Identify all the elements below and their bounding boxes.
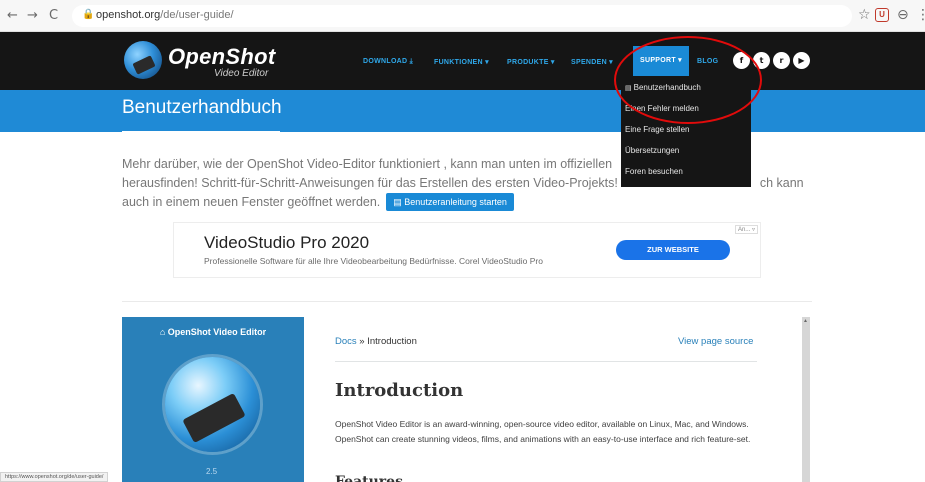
bookmark-star-icon[interactable]: ☆ xyxy=(858,7,871,23)
breadcrumb: Docs » Introduction xyxy=(335,336,417,347)
film-reel-icon xyxy=(132,55,156,75)
scroll-up-icon[interactable]: ▲ xyxy=(803,318,808,324)
youtube-icon[interactable]: ▶ xyxy=(793,52,810,69)
back-icon[interactable]: ← xyxy=(7,8,18,24)
site-header: OpenShot Video Editor DOWNLOAD ⤓ FUNKTIO… xyxy=(0,32,925,90)
breadcrumb-divider xyxy=(335,361,757,362)
docs-heading: Introduction xyxy=(335,380,464,401)
breadcrumb-current: Introduction xyxy=(367,336,417,347)
menu-item-fehler-melden[interactable]: Einen Fehler melden xyxy=(621,99,751,119)
page-title: Benutzerhandbuch xyxy=(122,97,282,118)
title-underline xyxy=(122,131,280,133)
docs-sidebar: ⌂ OpenShot Video Editor 2.5 xyxy=(122,317,304,482)
book-icon: ▤ xyxy=(625,85,632,92)
ad-choices-badge[interactable]: An... ▿ xyxy=(734,225,758,234)
nav-produkte[interactable]: PRODUKTE ▾ xyxy=(507,58,555,66)
address-bar[interactable]: 🔒 openshot.org/de/user-guide/ xyxy=(72,5,852,27)
intro-line-3-text: auch in einem neuen Fenster geöffnet wer… xyxy=(122,195,381,209)
start-guide-label: Benutzeranleitung starten xyxy=(404,197,507,207)
menu-item-frage-stellen[interactable]: Eine Frage stellen xyxy=(621,120,751,140)
intro-line-2-end: ch kann xyxy=(759,176,804,190)
lock-icon: 🔒 xyxy=(82,9,95,20)
logo-subtitle: Video Editor xyxy=(214,68,269,79)
content-divider xyxy=(122,301,812,302)
url-host: openshot.org xyxy=(96,9,161,21)
browser-menu-icon[interactable]: ⋮ xyxy=(916,7,925,23)
url-text[interactable]: openshot.org/de/user-guide/ xyxy=(96,9,234,21)
menu-item-label: Benutzerhandbuch xyxy=(633,83,701,92)
openshot-logo-icon[interactable] xyxy=(124,41,162,79)
advertisement[interactable]: VideoStudio Pro 2020 Professionelle Soft… xyxy=(173,222,761,278)
page-banner: Benutzerhandbuch xyxy=(0,90,925,133)
reload-icon[interactable]: C xyxy=(49,8,58,24)
menu-item-foren-besuchen[interactable]: Foren besuchen xyxy=(621,162,751,182)
ad-subtitle: Professionelle Software für alle Ihre Vi… xyxy=(204,256,543,266)
start-guide-button[interactable]: ▤ Benutzeranleitung starten xyxy=(386,193,514,211)
breadcrumb-separator: » xyxy=(359,336,365,347)
reddit-icon[interactable]: r xyxy=(773,52,790,69)
openshot-large-logo-icon xyxy=(165,357,260,452)
home-icon: ⌂ xyxy=(159,327,166,337)
logo-text[interactable]: OpenShot xyxy=(168,44,276,70)
ad-title[interactable]: VideoStudio Pro 2020 xyxy=(204,233,369,253)
view-page-source-link[interactable]: View page source xyxy=(678,336,753,347)
docs-next-heading: Features xyxy=(335,474,403,482)
browser-toolbar: ← → C 🔒 openshot.org/de/user-guide/ ☆ U … xyxy=(0,0,925,32)
menu-item-benutzerhandbuch[interactable]: ▤ Benutzerhandbuch xyxy=(621,78,751,98)
url-path: /de/user-guide/ xyxy=(160,9,234,21)
nav-spenden[interactable]: SPENDEN ▾ xyxy=(571,58,613,66)
support-dropdown-menu: ▤ Benutzerhandbuch Einen Fehler melden Ei… xyxy=(621,78,751,187)
menu-item-label: Eine Frage stellen xyxy=(625,125,690,134)
intro-line-3: auch in einem neuen Fenster geöffnet wer… xyxy=(122,193,812,212)
docs-paragraph: OpenShot Video Editor is an award-winnin… xyxy=(335,419,751,444)
menu-item-label: Einen Fehler melden xyxy=(625,104,699,113)
extension-icon[interactable]: U xyxy=(875,8,889,22)
docs-version: 2.5 xyxy=(206,467,218,476)
ad-website-button[interactable]: ZUR WEBSITE xyxy=(616,240,730,260)
docs-content: Docs » Introduction View page source Int… xyxy=(304,317,799,482)
breadcrumb-docs-link[interactable]: Docs xyxy=(335,336,357,347)
docs-sidebar-title: OpenShot Video Editor xyxy=(167,327,267,337)
twitter-icon[interactable]: t xyxy=(753,52,770,69)
menu-item-uebersetzungen[interactable]: Übersetzungen xyxy=(621,141,751,161)
forward-icon[interactable]: → xyxy=(27,8,38,24)
menu-item-label: Foren besuchen xyxy=(625,167,683,176)
nav-support[interactable]: SUPPORT ▾ xyxy=(633,46,689,76)
profile-icon[interactable]: ⊖ xyxy=(897,7,909,23)
nav-download[interactable]: DOWNLOAD ⤓ xyxy=(363,58,413,66)
status-bar-url: https://www.openshot.org/de/user-guide/ xyxy=(0,472,109,482)
docs-scrollbar[interactable] xyxy=(802,317,810,482)
book-icon: ▤ xyxy=(393,197,405,207)
nav-blog[interactable]: BLOG xyxy=(697,58,718,65)
facebook-icon[interactable]: f xyxy=(733,52,750,69)
large-film-reel-icon xyxy=(182,392,246,444)
docs-home-link[interactable]: ⌂ OpenShot Video Editor xyxy=(122,327,304,337)
nav-funktionen[interactable]: FUNKTIONEN ▾ xyxy=(434,58,489,66)
intro-line-2-start: herausfinden! Schritt-für-Schritt-Anweis… xyxy=(122,176,618,190)
menu-item-label: Übersetzungen xyxy=(625,146,680,155)
